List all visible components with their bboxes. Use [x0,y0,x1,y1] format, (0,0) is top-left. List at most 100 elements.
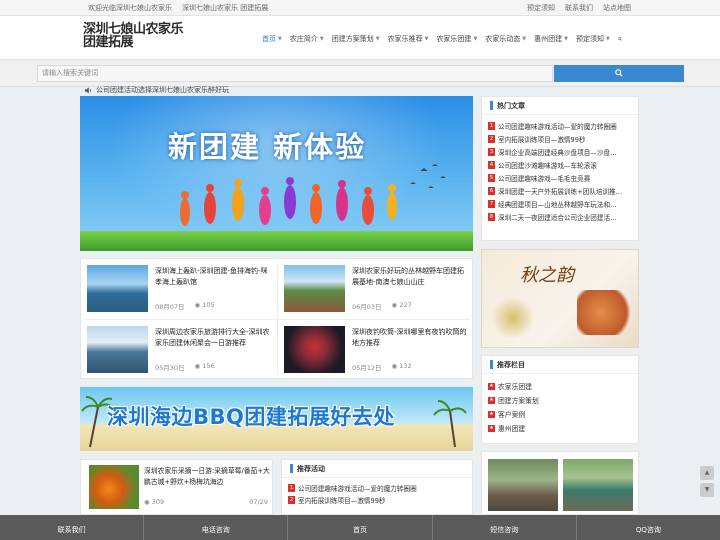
list-item-text[interactable]: 经典团建项目—山地丛林越野车玩法和… [498,199,617,209]
list-item-text[interactable]: 公司团建沙滩趣味游戏—车轮滚滚 [498,160,597,170]
list-item[interactable]: 2 室内拓展训练项目—激情99秒 [488,132,636,145]
article-views-wrap: ◉ 132 [392,362,412,372]
rank-badge: 2 [488,134,495,143]
star-icon: ★ [488,424,495,432]
rank-badge: 6 [488,186,495,195]
bbq-banner[interactable]: 深圳海边BBQ团建拓展好去处 [80,387,473,451]
autumn-ad-image[interactable]: 秋之韵 [481,249,639,348]
list-item-text[interactable]: 惠州团建 [498,423,525,433]
heading-bar [290,464,293,473]
hero-banner[interactable]: 新团建 新体验 [80,96,473,251]
bottom-home-button[interactable]: 首页 [288,515,433,540]
list-item-text[interactable]: 农家乐团建 [498,381,532,391]
list-item[interactable]: 8 深圳二天一夜团建适合公司企业团建活… [488,210,636,223]
bottom-contact-button[interactable]: 联系我们 [0,515,145,540]
list-item-text[interactable]: 室内拓展训练项目—激情99秒 [498,134,586,144]
nav-plans[interactable]: 团建方案策划 ▼ [328,33,384,45]
topbar-link-booking[interactable]: 预定须知 [527,3,555,13]
article-thumbnail[interactable] [87,265,148,312]
nav-team[interactable]: 农家乐团建 ▼ [432,33,481,45]
list-item[interactable]: 3 深圳企业高端团建经典沙盘项目—沙盘… [488,145,636,158]
list-item[interactable]: 6 深圳团建一天户外拓展训练+团队培训推… [488,184,636,197]
nav-label: 农庄简介 [289,35,318,43]
article-card[interactable]: 深圳周边农家乐旅游排行大全-深圳农家乐团建休闲聚会一日游推荐 05月30日 ◉ 1… [81,320,277,380]
nav-label: 预定须知 [576,35,605,43]
article-views: 309 [151,498,165,506]
nav-recommend[interactable]: 农家乐推荐 ▼ [384,33,433,45]
team-photo[interactable] [563,459,633,511]
list-item-text[interactable]: 公司团建趣味游戏活动—爱的魔力转圈圈 [498,121,617,131]
article-date: 06月03日 [352,303,382,311]
list-item[interactable]: 7 经典团建项目—山地丛林越野车玩法和… [488,197,636,210]
article-thumbnail[interactable] [284,326,345,373]
list-item-text[interactable]: 客户案例 [498,409,525,419]
article-thumbnail[interactable] [87,326,148,373]
panel-heading: 热门文章 [497,101,525,110]
list-item[interactable]: ★ 客户案例 [488,407,638,421]
nav-home[interactable]: 首页 ▼ [258,33,286,45]
article-title[interactable]: 深圳周边农家乐旅游排行大全-深圳农家乐团建休闲聚会一日游推荐 [155,327,273,349]
team-photo[interactable] [488,459,558,511]
article-title[interactable]: 深圳农家乐采摘一日游:采摘草莓/番茄+大鹏古城+野炊+杨梅坑海边 [144,466,270,488]
nav-news[interactable]: 农家乐动态 ▼ [481,33,530,45]
article-thumbnail[interactable] [284,265,345,312]
nav-about[interactable]: 农庄简介 ▼ [286,33,328,45]
list-item[interactable]: ★ 团建方案策划 [488,393,638,407]
list-item[interactable]: 2 室内拓展训练项目—激情99秒 [288,494,472,506]
site-logo[interactable]: 深圳七娘山农家乐 团建拓展 [83,23,193,49]
article-card[interactable]: 深圳海上轰趴-深圳团建-鱼排海钓-咪孝海上轰趴馆 08月07日 ◉ 105 [81,259,277,319]
scroll-top-button[interactable]: ▲ [700,466,714,480]
article-card[interactable]: 深圳夜钓吹筒-深圳哪里有夜钓吹筒的地方推荐 05月12日 ◉ 132 [278,320,474,380]
article-views: 156 [202,362,215,370]
bottom-phone-button[interactable]: 电话咨询 [144,515,289,540]
site-header: 深圳七娘山农家乐 团建拓展 首页 ▼ 农庄简介 ▼ 团建方案策划 ▼ 农家乐推荐 ▼ 农… [0,16,720,60]
topbar-link[interactable]: 深圳七娘山农家乐 团建拓展 [182,3,268,13]
rank-badge: 7 [488,199,495,208]
article-title[interactable]: 深圳夜钓吹筒-深圳哪里有夜钓吹筒的地方推荐 [352,327,470,349]
notice-text[interactable]: 公司团建活动选择深圳七娘山农家乐醉好玩 [96,85,229,95]
jumping-people-illustration [180,164,446,226]
list-item-text[interactable]: 公司团建趣味游戏—毛毛虫竞赛 [498,173,590,183]
eye-icon: ◉ [144,498,152,506]
topbar-link-sitemap[interactable]: 站点地图 [603,3,631,13]
featured-article[interactable]: 深圳农家乐采摘一日游:采摘草莓/番茄+大鹏古城+野炊+杨梅坑海边 ◉ 309 0… [80,459,273,515]
article-date: 07/29 [249,498,268,506]
list-item-text[interactable]: 团建方案策划 [498,395,539,405]
list-item[interactable]: ★ 惠州团建 [488,421,638,435]
banner-grass [80,231,473,251]
heading-bar [490,360,493,369]
chevron-down-icon: ▼ [606,36,610,42]
list-item[interactable]: 1 公司团建趣味游戏活动—爱的魔力转圈圈 [288,482,472,494]
nav-booking[interactable]: 预定须知 ▼ [572,33,614,45]
list-item-text[interactable]: 深圳团建一天户外拓展训练+团队培训推… [498,186,622,196]
ad-decoration [490,298,536,338]
list-item[interactable]: 5 公司团建趣味游戏—毛毛虫竞赛 [488,171,636,184]
topbar-link-contact[interactable]: 联系我们 [565,3,593,13]
list-item-text[interactable]: 公司团建趣味游戏活动—爱的魔力转圈圈 [298,483,417,493]
speaker-icon [84,86,91,94]
bottom-qq-button[interactable]: QQ咨询 [577,515,720,540]
article-title[interactable]: 深圳海上轰趴-深圳团建-鱼排海钓-咪孝海上轰趴馆 [155,266,273,288]
article-title[interactable]: 深圳农家乐好玩的丛林越野车团建拓展基地-南澳七娘山山庄 [352,266,470,288]
list-item-text[interactable]: 室内拓展训练项目—激情99秒 [298,495,386,505]
chevron-up-icon: ▲ [704,469,710,476]
article-views-wrap: ◉ 227 [392,301,412,311]
nav-search-icon[interactable] [614,33,626,45]
bottom-sms-button[interactable]: 短信咨询 [433,515,577,540]
welcome-text: 欢迎光临深圳七娘山农家乐 [88,4,172,12]
list-item-text[interactable]: 深圳企业高端团建经典沙盘项目—沙盘… [498,147,617,157]
nav-huizhou[interactable]: 惠州团建 ▼ [530,33,572,45]
list-item[interactable]: 1 公司团建趣味游戏活动—爱的魔力转圈圈 [488,119,636,132]
article-views: 132 [399,362,412,370]
search-button[interactable] [554,65,684,82]
article-views: 227 [399,301,412,309]
chevron-down-icon: ▼ [704,486,710,493]
rank-badge: 3 [488,147,495,156]
article-thumbnail[interactable] [89,465,139,509]
article-card[interactable]: 深圳农家乐好玩的丛林越野车团建拓展基地-南澳七娘山山庄 06月03日 ◉ 227 [278,259,474,319]
side-more-button[interactable]: ▼ [700,483,714,497]
list-item[interactable]: ★ 农家乐团建 [488,379,638,393]
list-item[interactable]: 4 公司团建沙滩趣味游戏—车轮滚滚 [488,158,636,171]
list-item-text[interactable]: 深圳二天一夜团建适合公司企业团建活… [498,212,617,222]
search-input[interactable]: 请输入搜索关键词 [37,65,553,82]
